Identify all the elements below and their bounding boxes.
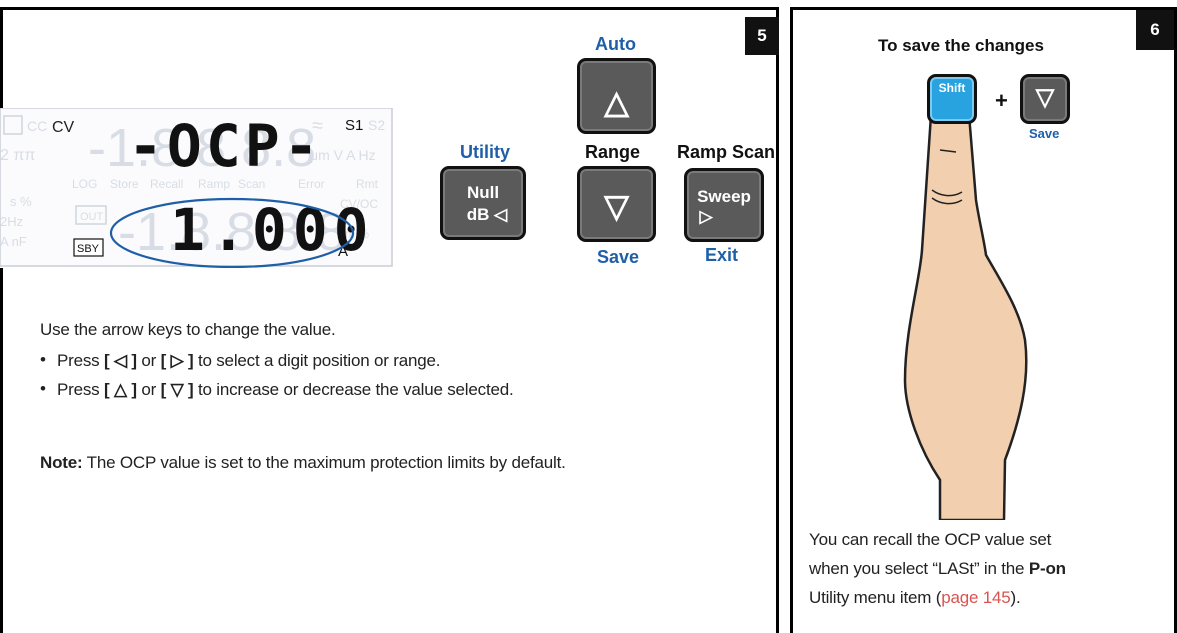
p-on-label: P-on <box>1028 559 1066 578</box>
bullet-dot-1: • <box>40 350 46 369</box>
range-label: Range <box>585 142 641 162</box>
step-number-5: 5 <box>745 17 779 55</box>
lcd-ghost-rmt: Rmt <box>356 177 379 191</box>
left-edge-lower <box>0 268 3 633</box>
down-key-ref: [ ▽ ] <box>160 380 194 399</box>
save-down-key[interactable]: ▽ <box>1020 74 1070 124</box>
recall-line-3: Utility menu item (page 145). <box>809 588 1021 608</box>
recall-line-3-text: Utility menu item ( <box>809 588 942 607</box>
lcd-cv: CV <box>52 119 75 136</box>
right-arrow-icon: ▷ <box>699 207 713 226</box>
up-arrow-key[interactable]: △ <box>577 58 656 134</box>
db-left-arrow-text: dB ◁ <box>466 205 508 224</box>
lcd-left-ghost-row: 2 ππ <box>0 147 35 164</box>
bullet-1-or: or <box>136 351 161 370</box>
bullet-2-rest: to increase or decrease the value select… <box>193 380 514 399</box>
up-arrow-icon: △ <box>604 84 629 120</box>
lcd-cc: CC <box>27 118 47 134</box>
bullet-dot-2: • <box>40 379 46 398</box>
lcd-ghost-error: Error <box>298 177 325 191</box>
up-key-ref: [ △ ] <box>103 380 137 399</box>
save-label: Save <box>597 247 640 267</box>
utility-label: Utility <box>460 142 511 162</box>
sweep-key[interactable]: Sweep ▷ <box>684 168 764 242</box>
recall-line-2-text: when you select “LASt” in the <box>809 559 1029 578</box>
lcd-left-ghost-top: s % <box>10 194 32 209</box>
bullet-2-press: Press <box>57 380 104 399</box>
top-border-right <box>792 7 1177 10</box>
lcd-top-reading: -OCP- <box>128 112 323 180</box>
save-down-arrow-icon: ▽ <box>1035 84 1055 111</box>
sweep-text: Sweep <box>697 187 751 206</box>
svg-text:-OCP-: -OCP- <box>128 112 323 180</box>
bullet-2: Press [ △ ] or [ ▽ ] to increase or decr… <box>57 380 514 400</box>
lcd-units-top: μm V A Hz <box>310 147 376 163</box>
lcd-ghost-scan: Scan <box>238 177 265 191</box>
down-arrow-icon: ▽ <box>604 188 629 224</box>
panel-divider-right <box>790 7 793 633</box>
lcd-svg: CC CV -1.8.8.8.8 -OCP- S1 S2 ≈ 2 ππ μm V… <box>0 107 393 269</box>
top-border-left <box>0 7 776 10</box>
lcd-s1: S1 <box>345 117 363 134</box>
lcd-s2: S2 <box>368 117 385 133</box>
panel-divider-left <box>776 7 779 633</box>
null-text: Null <box>466 183 500 202</box>
intro-text: Use the arrow keys to change the value. <box>40 320 336 339</box>
bullet-1-press: Press <box>57 351 104 370</box>
down-arrow-key[interactable]: ▽ <box>577 166 656 242</box>
ramp-scan-label: Ramp Scan <box>677 142 776 162</box>
plus-sign: + <box>995 88 1008 113</box>
lcd-out: OUT <box>80 211 104 223</box>
note-label: Note: <box>40 453 83 472</box>
lcd-ghost-ramp: Ramp <box>198 177 230 191</box>
recall-line-1: You can recall the OCP value set <box>809 530 1052 549</box>
auto-label: Auto <box>595 34 636 54</box>
null-db-key[interactable]: Null dB ◁ <box>440 166 526 240</box>
shift-text: Shift <box>938 81 966 95</box>
note-paragraph: Note: The OCP value is set to the maximu… <box>40 453 566 473</box>
bullet-1: Press [ ◁ ] or [ ▷ ] to select a digit p… <box>57 351 440 371</box>
page-link[interactable]: page 145 <box>941 588 1011 607</box>
lcd-left-ghost-low: A nF <box>0 234 27 249</box>
bullet-1-rest: to select a digit position or range. <box>193 351 441 370</box>
save-key-label: Save <box>1029 126 1060 141</box>
lcd-ghost-store: Store <box>110 177 139 191</box>
shift-key[interactable]: Shift <box>927 74 977 124</box>
finger-illustration <box>903 88 1028 520</box>
bullet-2-or: or <box>136 380 161 399</box>
right-key-ref: [ ▷ ] <box>160 351 194 370</box>
left-edge <box>0 7 3 115</box>
lcd-ghost-log: LOG <box>72 177 97 191</box>
lcd-wave-icon: ≈ <box>312 115 323 137</box>
lcd-ghost-recall: Recall <box>150 177 183 191</box>
recall-line-2: when you select “LASt” in the P-on <box>809 559 1066 579</box>
left-key-ref: [ ◁ ] <box>103 351 137 370</box>
note-text: The OCP value is set to the maximum prot… <box>82 453 566 472</box>
lcd-sby: SBY <box>77 243 100 255</box>
exit-label: Exit <box>705 245 739 265</box>
step-number-6: 6 <box>1136 10 1174 50</box>
recall-line-3-end: ). <box>1010 588 1021 607</box>
lcd-left-ghost-mid: 2Hz <box>0 214 23 229</box>
lcd-display: CC CV -1.8.8.8.8 -OCP- S1 S2 ≈ 2 ππ μm V… <box>0 107 395 269</box>
save-heading: To save the changes <box>878 36 1044 55</box>
